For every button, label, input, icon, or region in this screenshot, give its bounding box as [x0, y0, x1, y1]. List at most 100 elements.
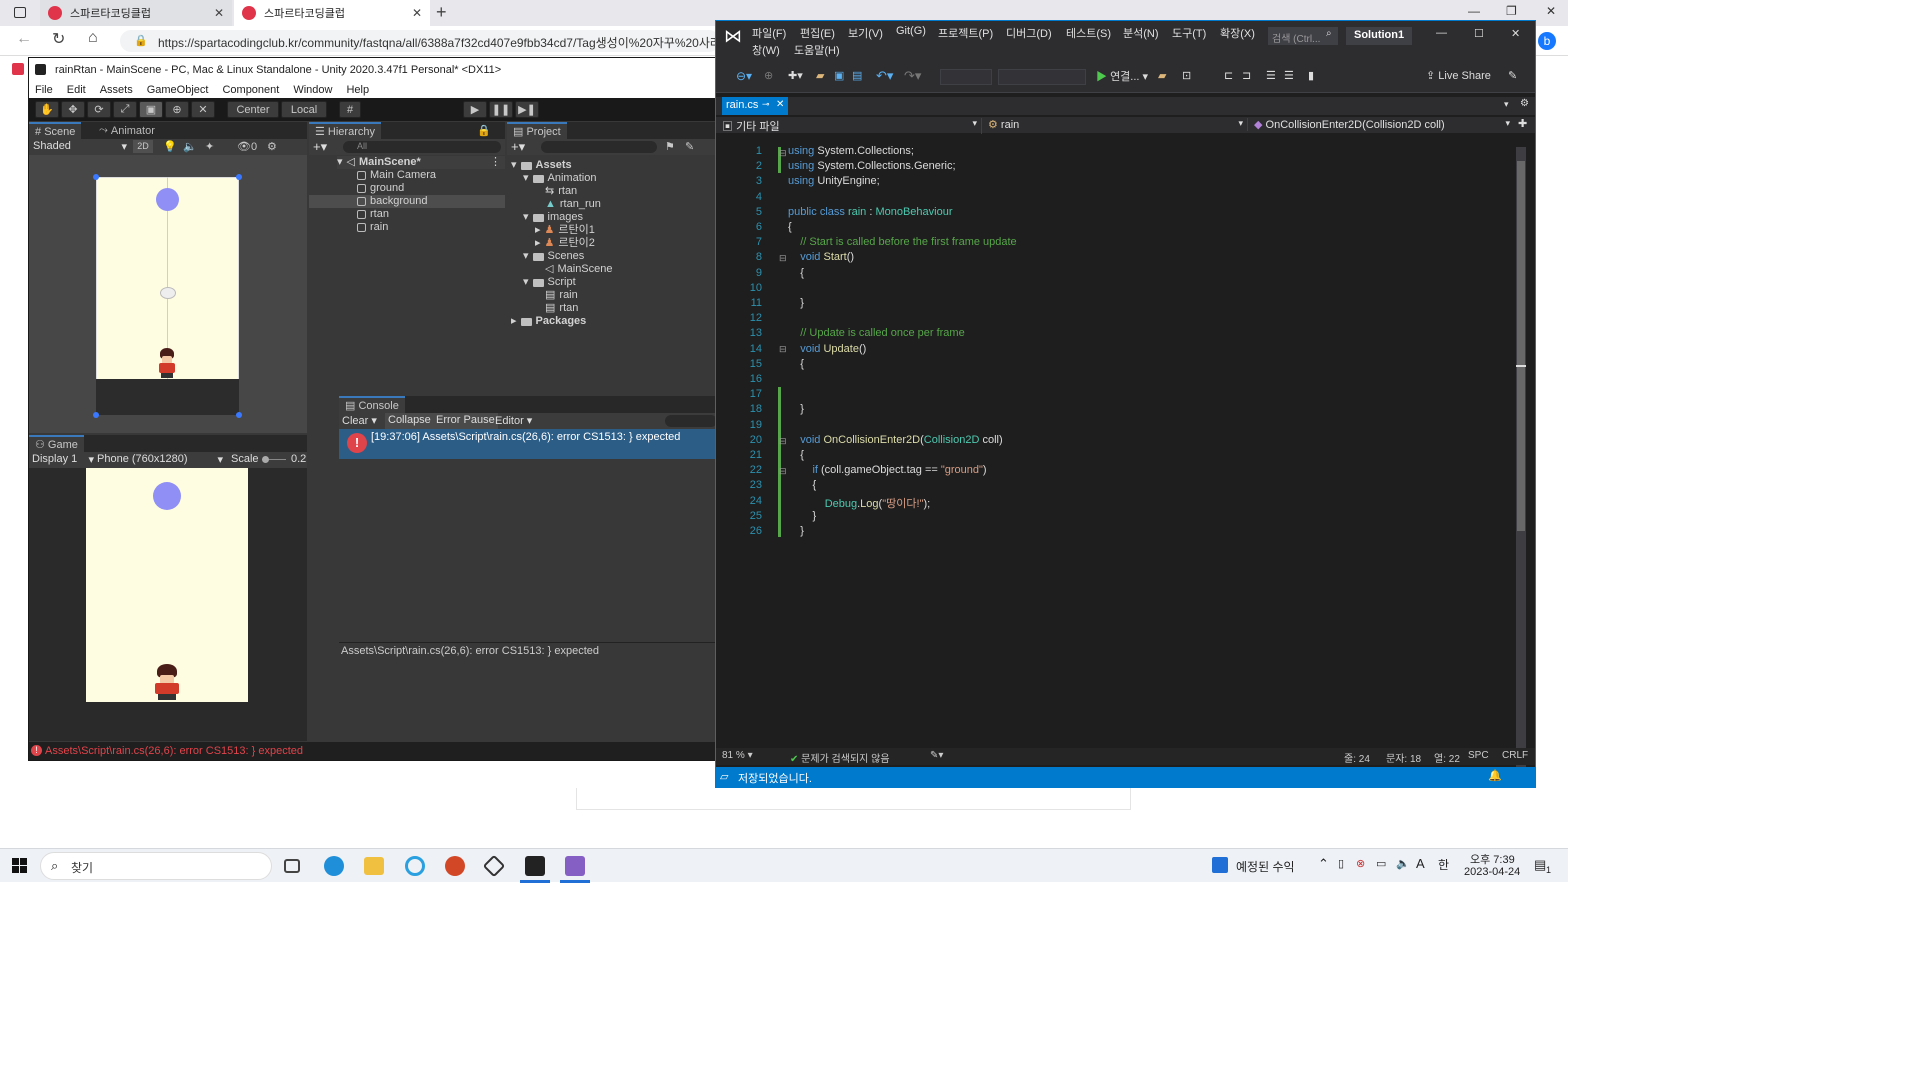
rect-tool-icon[interactable]: ▣	[139, 101, 163, 118]
task-view-icon[interactable]	[284, 859, 300, 873]
vs-maximize-icon[interactable]: ☐	[1474, 27, 1484, 40]
code-line[interactable]: {	[788, 479, 816, 491]
console-search[interactable]	[665, 415, 717, 427]
unity-icon[interactable]	[525, 856, 545, 876]
tab-game[interactable]: ⚇ Game	[29, 435, 84, 452]
handle-top-left[interactable]	[93, 174, 99, 180]
tray-app-icon[interactable]: ▯	[1338, 857, 1344, 870]
powerpoint-icon[interactable]	[445, 856, 465, 876]
label-icon[interactable]: ✎	[685, 140, 694, 153]
gizmos-icon[interactable]: ⚙	[267, 140, 277, 153]
pause-button[interactable]: ❚❚	[489, 101, 513, 118]
rtan-character[interactable]	[156, 348, 178, 378]
project-file-rain-script[interactable]: ▤ rain	[511, 289, 719, 302]
code-line[interactable]: if (coll.gameObject.tag == "ground")	[788, 464, 986, 476]
tab-hierarchy[interactable]: ☰ Hierarchy	[309, 122, 381, 139]
hierarchy-item-rtan[interactable]: rtan	[339, 208, 505, 221]
scene-row[interactable]: ▾ ◁ MainScene* ⋮	[337, 156, 505, 169]
shading-mode-dropdown[interactable]: Shaded ▾	[33, 140, 127, 153]
menu-help[interactable]: Help	[346, 84, 369, 96]
vs-menu-debug[interactable]: 디버그(D)	[1006, 25, 1052, 41]
bookmark-icon[interactable]: ▮	[1308, 69, 1314, 82]
volume-icon[interactable]: 🔈	[1396, 857, 1410, 870]
vs-menu-git[interactable]: Git(G)	[896, 25, 926, 37]
code-line[interactable]: // Start is called before the first fram…	[788, 236, 1016, 248]
tray-network-alert-icon[interactable]: ⊗	[1356, 857, 1365, 870]
indent-mode[interactable]: SPC	[1468, 750, 1489, 761]
edge-icon[interactable]	[324, 856, 344, 876]
vs-menu-extensions[interactable]: 확장(X)	[1220, 25, 1255, 41]
widget-text[interactable]: 예정된 수익	[1236, 858, 1295, 875]
platform-dropdown[interactable]	[998, 69, 1086, 85]
project-create-button[interactable]: +▾	[511, 139, 525, 155]
menu-edit[interactable]: Edit	[67, 84, 86, 96]
project-file-rtan-anim[interactable]: ⇆ rtan	[511, 185, 719, 198]
code-line[interactable]: void Start()	[788, 251, 854, 263]
class-dropdown[interactable]: ⚙ rain ▾	[988, 118, 1248, 131]
tab-settings-icon[interactable]: ⚙	[1520, 98, 1529, 109]
create-button[interactable]: +▾	[313, 139, 327, 155]
fold-marker[interactable]: ⊟	[779, 436, 787, 447]
back-icon[interactable]: ←	[16, 30, 32, 48]
code-line[interactable]: }	[788, 297, 804, 309]
hierarchy-item-rain[interactable]: rain	[339, 221, 505, 234]
vs-menu-project[interactable]: 프로젝트(P)	[938, 25, 993, 41]
hierarchy-item-background[interactable]: background	[309, 195, 505, 208]
game-view[interactable]	[29, 468, 307, 741]
console-error-row[interactable]: ! [19:37:06] Assets\Script\rain.cs(26,6)…	[339, 429, 719, 459]
indent-icon[interactable]: ☰	[1266, 69, 1276, 82]
project-folder-script[interactable]: ▾ Script	[511, 276, 719, 289]
code-line[interactable]: {	[788, 267, 804, 279]
code-line[interactable]: // Update is called once per frame	[788, 327, 964, 339]
clear-button[interactable]: Clear ▾	[342, 414, 377, 427]
tab-animator[interactable]: ⤳ Animator	[93, 122, 161, 139]
issues-status[interactable]: ✔ 문제가 검색되지 않음	[790, 750, 890, 765]
bing-icon[interactable]: b	[1538, 32, 1556, 50]
scene-view[interactable]	[29, 155, 307, 433]
save-icon[interactable]: ▣	[834, 69, 844, 82]
close-tab-icon[interactable]: ✕	[214, 6, 224, 20]
redo-icon[interactable]: ↷▾	[904, 68, 921, 84]
project-file-image1[interactable]: ▸ ♟ 르탄이1	[511, 224, 719, 237]
rain-ball[interactable]	[156, 188, 179, 211]
filter-icon[interactable]: ⚑	[665, 140, 675, 153]
nav-back-icon[interactable]: ⊖▾	[736, 69, 752, 83]
visual-studio-icon[interactable]	[565, 856, 585, 876]
menu-assets[interactable]: Assets	[100, 84, 133, 96]
project-folder-animation[interactable]: ▾ Animation	[511, 172, 719, 185]
clock-date[interactable]: 2023-04-24	[1464, 866, 1520, 878]
network-icon[interactable]: ▭	[1376, 857, 1386, 870]
fold-marker[interactable]: ⊟	[779, 344, 787, 355]
feedback-icon[interactable]: ✎	[1508, 69, 1517, 82]
open-file-icon[interactable]: ▰	[816, 69, 824, 82]
ie-icon[interactable]	[405, 856, 425, 876]
file-explorer-icon[interactable]	[364, 857, 384, 875]
error-pause-button[interactable]: Error Pause	[433, 413, 498, 429]
pivot-local-button[interactable]: Local	[281, 101, 327, 118]
reload-icon[interactable]: ↻	[52, 29, 65, 49]
audio-icon[interactable]: 🔈	[183, 140, 197, 153]
pin-icon[interactable]: ⊸	[762, 99, 770, 110]
config-dropdown[interactable]	[940, 69, 992, 85]
handle-bottom-left[interactable]	[93, 412, 99, 418]
layout-icon[interactable]: ⊏	[1224, 69, 1233, 82]
notification-bell-icon[interactable]: 🔔	[1488, 769, 1502, 782]
vs-menu-edit[interactable]: 편집(E)	[800, 25, 835, 41]
start-icon[interactable]	[12, 858, 27, 873]
code-line[interactable]: {	[788, 221, 792, 233]
vs-menu-analyze[interactable]: 분석(N)	[1123, 25, 1159, 41]
mode-2d-toggle[interactable]: 2D	[133, 140, 153, 153]
code-line[interactable]: }	[788, 403, 804, 415]
code-line[interactable]: {	[788, 449, 804, 461]
vs-menu-tools[interactable]: 도구(T)	[1172, 25, 1206, 41]
layout2-icon[interactable]: ⊐	[1242, 69, 1251, 82]
hand-tool-icon[interactable]: ✋	[35, 101, 59, 118]
hierarchy-item-main-camera[interactable]: Main Camera	[339, 169, 505, 182]
attach-button[interactable]: ▶ 연결... ▾	[1096, 68, 1148, 84]
clock-time[interactable]: 오후 7:39	[1470, 851, 1515, 867]
move-tool-icon[interactable]: ✥	[61, 101, 85, 118]
code-line[interactable]: }	[788, 510, 816, 522]
effects-icon[interactable]: ✦	[205, 140, 214, 153]
restore-icon[interactable]: ❐	[1506, 4, 1517, 18]
project-search[interactable]	[541, 141, 657, 153]
